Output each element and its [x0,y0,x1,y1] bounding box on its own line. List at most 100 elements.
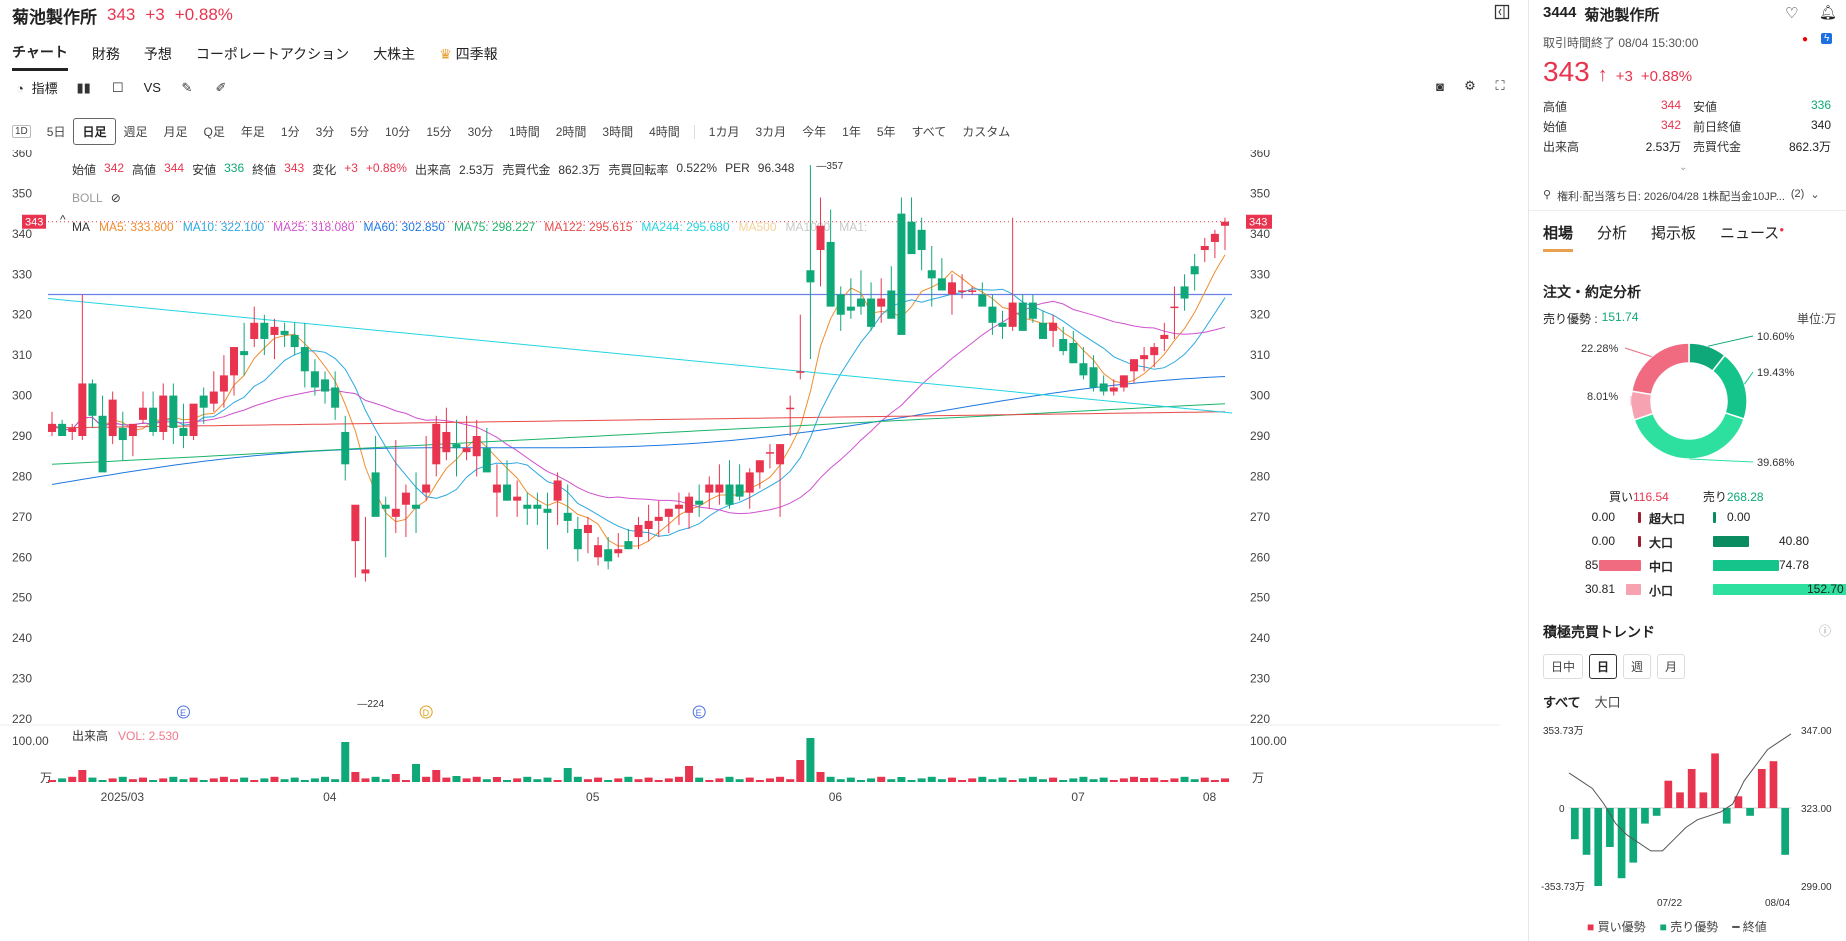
tab-forecast[interactable]: 予想 [144,44,172,70]
order-flow-table: 0.00超大口0.000.00大口40.8085.73中口74.7830.81小… [1529,510,1846,610]
timeframe-15[interactable]: 4時間 [641,119,688,144]
trend-large[interactable]: 大口 [1595,692,1621,711]
timeframe-2[interactable]: 週足 [116,119,156,144]
quote-tabs: 相場 分析 掲示板 ニュース● [1543,222,1784,252]
drawing-icon[interactable]: ✎ [179,80,195,96]
candle [614,533,623,558]
timeframe-14[interactable]: 3時間 [594,119,641,144]
camera-icon[interactable]: ◙ [1432,78,1448,94]
legend-buy-swatch: ■ [1587,920,1595,934]
volume-bar [290,777,299,782]
y-tick-right: 250 [1250,591,1270,605]
candle [280,322,289,348]
tab-news[interactable]: ニュース● [1720,222,1784,252]
tab-board[interactable]: 掲示板 [1651,222,1696,252]
candle [846,278,855,319]
trend-tab-0[interactable]: 日中 [1543,654,1584,679]
candle [321,371,330,404]
square-icon[interactable]: ☐ [110,80,126,96]
candle [199,387,208,424]
trend-all[interactable]: すべて [1543,692,1581,711]
volume-bar [634,779,643,782]
timeframe-4[interactable]: Q足 [196,119,233,144]
timeframe-3[interactable]: 月足 [156,119,196,144]
range-6[interactable]: カスタム [954,119,1018,144]
tab-financials[interactable]: 財務 [92,44,120,70]
pen-icon[interactable]: ✐ [213,80,229,96]
tab-shareholders[interactable]: 大株主 [373,44,415,70]
tab-shikiho[interactable]: ♛ 四季報 [439,44,497,70]
volume-bar [543,777,552,782]
donut-leader [1689,458,1754,463]
y-tick-right: 240 [1250,631,1270,645]
timeframe-7[interactable]: 3分 [308,119,343,144]
stat-row: 高値 344 [1543,98,1681,115]
vs-button[interactable]: VS [144,80,161,95]
timeframe-0[interactable]: 5日 [39,119,74,144]
volume-vol-label: VOL: 2.530 [118,729,179,743]
x-tick: 05 [586,790,600,804]
candle [1119,375,1128,392]
timeframe-10[interactable]: 15分 [418,119,459,144]
stock-change: +3 [145,5,165,24]
volume-bar [573,776,582,782]
timeframe-9[interactable]: 10分 [377,119,418,144]
bell-icon[interactable]: 🔔︎ [1819,4,1837,21]
expand-chevron-icon[interactable]: ⌄ [1679,162,1687,173]
timeframe-11[interactable]: 30分 [460,119,501,144]
timeframe-bar: 1D 5日 日足 週足 月足 Q足 年足 1分 3分 5分 10分 15分 30分 1時間 2時間 3時間 4… [12,118,1018,145]
timeframe-13[interactable]: 2時間 [548,119,595,144]
heart-icon[interactable]: ♡ [1785,4,1798,22]
candle [1190,254,1199,291]
candle [583,516,592,554]
range-5[interactable]: すべて [904,119,955,144]
tab-chart[interactable]: チャート [12,42,68,71]
range-3[interactable]: 1年 [834,119,869,144]
volume-bar [604,780,613,782]
volume-bar [715,778,724,782]
y-tick-left: 360 [12,150,32,160]
candle-type-icon[interactable]: ▮▮ [76,80,92,96]
timeframe-8[interactable]: 5分 [342,119,377,144]
range-2[interactable]: 今年 [794,119,834,144]
range-0[interactable]: 1カ月 [701,119,748,144]
ma122-line [51,411,1226,429]
dividend-row[interactable]: ⚲ 権利·配当落ち日: 2026/04/28 1株配当金10JP... (2) … [1543,188,1833,204]
timeframe-12[interactable]: 1時間 [501,119,548,144]
timeframe-1[interactable]: 日足 [73,118,116,145]
y-tick-right: 360 [1250,150,1270,160]
calendar-icon[interactable]: 1D [12,125,31,138]
vol-unit-right: 万 [1252,771,1264,785]
volume-bar [927,776,936,782]
tab-market[interactable]: 相場 [1543,222,1574,252]
timeframe-6[interactable]: 1分 [273,119,308,144]
trend-tab-2[interactable]: 週 [1623,654,1652,679]
flow-label: 大口 [1649,536,1674,550]
candle [877,278,886,323]
info-icon[interactable]: ⓘ [1819,622,1831,639]
gear-icon[interactable]: ⚙ [1462,78,1478,94]
ma60-line [51,376,1226,485]
range-4[interactable]: 5年 [869,119,904,144]
range-1[interactable]: 3カ月 [747,119,794,144]
tab-corporate-action[interactable]: コーポレートアクション [196,44,349,70]
stat-value: 862.3万 [1788,140,1831,154]
trend-tab-3[interactable]: 月 [1657,654,1686,679]
collapse-panel-icon[interactable] [1494,4,1510,25]
price-chart[interactable]: 360 360 350 350 340 340 330 330 320 320 310 310 300 3… [0,150,1510,941]
trend-tab-1[interactable]: 日 [1589,654,1618,679]
stat-label: 始値 [1543,120,1568,134]
volume-bar [401,780,410,782]
volume-bar [1180,776,1189,782]
tab-analysis[interactable]: 分析 [1597,222,1627,252]
volume-bar [351,772,360,782]
candle [98,395,107,473]
volume-bar [1129,776,1138,782]
divider [1529,210,1846,211]
volume-bar [806,738,815,782]
event-marker: D [419,705,433,719]
fullscreen-icon[interactable]: ⛶ [1492,78,1508,94]
volume-bar [624,776,633,782]
indicators-button[interactable]: ◔ 指標 [12,78,58,97]
timeframe-5[interactable]: 年足 [233,119,273,144]
